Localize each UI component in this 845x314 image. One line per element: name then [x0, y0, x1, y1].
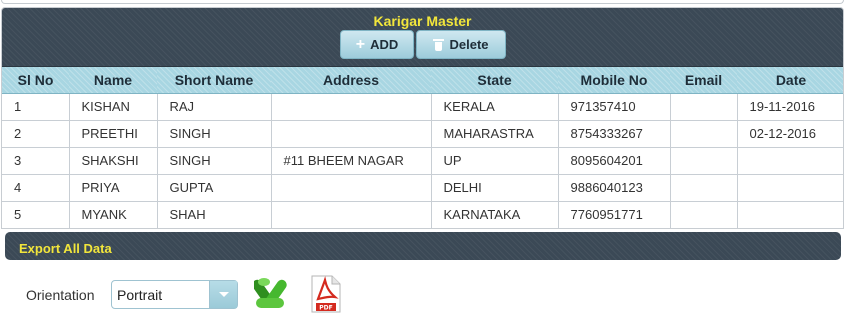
cell-mobile-no: 7760951771 [557, 200, 671, 228]
cell-sl-no: 5 [2, 200, 70, 228]
cell-name: SHAKSHI [68, 146, 158, 175]
delete-button[interactable]: Delete [416, 30, 506, 59]
cell-email [669, 200, 738, 228]
cell-address: #11 BHEEM NAGAR [270, 146, 432, 175]
orientation-select[interactable]: Portrait [111, 280, 238, 309]
cell-mobile-no: 9886040123 [557, 173, 671, 202]
table-row[interactable]: 5 MYANK SHAH KARNATAKA 7760951771 [2, 200, 843, 228]
add-button-label: ADD [370, 37, 399, 52]
cell-address [270, 119, 432, 148]
cell-state: KARNATAKA [430, 200, 559, 228]
cell-mobile-no: 8754333267 [557, 119, 671, 148]
pdf-icon[interactable]: PDF [309, 275, 343, 313]
cell-sl-no: 1 [2, 92, 70, 121]
cell-address [270, 200, 432, 228]
cell-sl-no: 3 [2, 146, 70, 175]
cell-state: UP [430, 146, 559, 175]
cell-date [736, 200, 843, 228]
panel-header: Karigar Master + ADD Delete [2, 8, 843, 67]
cell-name: KISHAN [68, 92, 158, 121]
column-header-mobile-no[interactable]: Mobile No [558, 67, 670, 94]
column-header-address[interactable]: Address [271, 67, 431, 94]
table-row[interactable]: 2 PREETHI SINGH MAHARASTRA 8754333267 02… [2, 119, 843, 148]
cell-state: DELHI [430, 173, 559, 202]
add-button[interactable]: + ADD [340, 30, 414, 59]
cell-state: KERALA [430, 92, 559, 121]
karigar-master-panel: Karigar Master + ADD Delete Sl No Name S… [1, 7, 844, 229]
column-header-email[interactable]: Email [670, 67, 737, 94]
table-header-row: Sl No Name Short Name Address State Mobi… [2, 67, 843, 94]
cell-sl-no: 4 [2, 173, 70, 202]
karigar-table: Sl No Name Short Name Address State Mobi… [2, 67, 843, 228]
cell-email [669, 92, 738, 121]
cell-address [270, 92, 432, 121]
column-header-state[interactable]: State [431, 67, 558, 94]
cell-date [736, 146, 843, 175]
cell-address [270, 173, 432, 202]
column-header-date[interactable]: Date [737, 67, 843, 94]
cell-short-name: GUPTA [156, 173, 272, 202]
cell-short-name: SINGH [156, 119, 272, 148]
cell-name: MYANK [68, 200, 158, 228]
cell-short-name: RAJ [156, 92, 272, 121]
cell-mobile-no: 8095604201 [557, 146, 671, 175]
export-section-header: Export All Data [5, 232, 841, 260]
chevron-down-icon[interactable] [209, 281, 237, 308]
cell-short-name: SHAH [156, 200, 272, 228]
orientation-selected-value: Portrait [117, 287, 163, 303]
table-row[interactable]: 3 SHAKSHI SINGH #11 BHEEM NAGAR UP 80956… [2, 146, 843, 175]
cell-email [669, 119, 738, 148]
trash-icon [433, 38, 445, 51]
column-header-name[interactable]: Name [69, 67, 157, 94]
column-header-sl-no[interactable]: Sl No [2, 67, 69, 94]
delete-button-label: Delete [449, 37, 489, 52]
cell-mobile-no: 971357410 [557, 92, 671, 121]
cell-date [736, 173, 843, 202]
orientation-label: Orientation [26, 287, 95, 303]
cell-name: PRIYA [68, 173, 158, 202]
cell-sl-no: 2 [2, 119, 70, 148]
cell-name: PREETHI [68, 119, 158, 148]
column-header-short-name[interactable]: Short Name [157, 67, 271, 94]
plus-icon: + [355, 35, 366, 53]
cell-email [669, 146, 738, 175]
pdf-badge-label: PDF [319, 305, 332, 312]
cell-date: 19-11-2016 [736, 92, 843, 121]
cell-date: 02-12-2016 [736, 119, 843, 148]
cell-state: MAHARASTRA [430, 119, 559, 148]
table-row[interactable]: 1 KISHAN RAJ KERALA 971357410 19-11-2016 [2, 92, 843, 121]
cell-email [669, 173, 738, 202]
previous-panel-edge [1, 0, 844, 4]
excel-icon[interactable] [254, 276, 290, 310]
panel-title: Karigar Master [373, 13, 472, 29]
cell-short-name: SINGH [156, 146, 272, 175]
table-row[interactable]: 4 PRIYA GUPTA DELHI 9886040123 [2, 173, 843, 202]
